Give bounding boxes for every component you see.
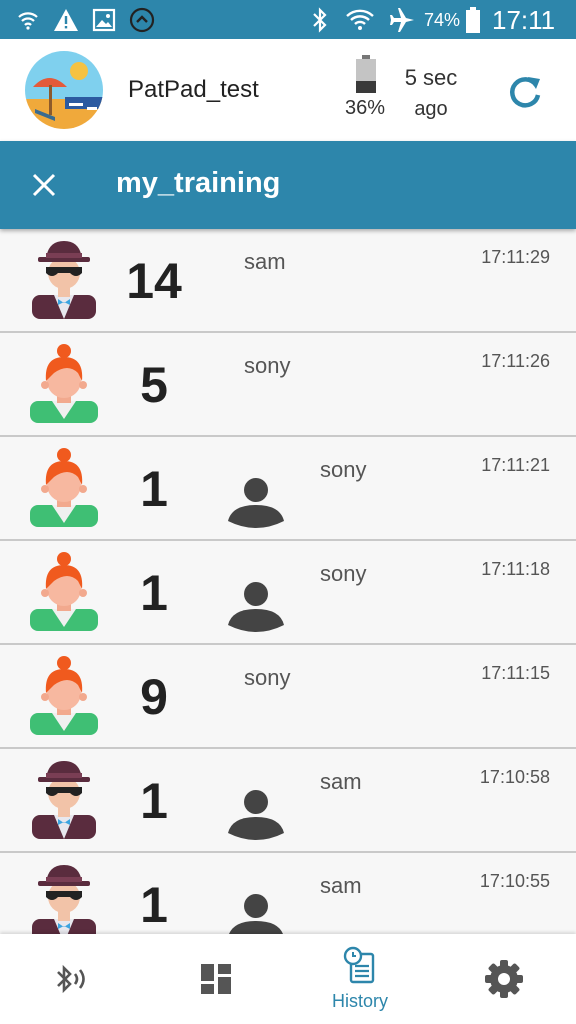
battery-icon: [464, 6, 482, 34]
user-name: sony: [320, 561, 367, 586]
nav-bluetooth[interactable]: [0, 934, 144, 1024]
wifi-calling-icon: [14, 6, 42, 34]
timestamp: 17:10:55: [479, 871, 550, 891]
timestamp: 17:11:18: [481, 559, 550, 579]
beach-avatar-icon[interactable]: [25, 51, 103, 129]
timestamp: 17:11:29: [481, 247, 550, 267]
refresh-icon[interactable]: [506, 73, 544, 111]
pat-count: 1: [140, 565, 168, 621]
page-title: my_training: [116, 167, 281, 199]
user-name: sony: [244, 665, 291, 690]
history-row[interactable]: 1 sony 17:11:21: [0, 437, 576, 541]
status-clock: 17:11: [492, 5, 556, 35]
last-sync-time: 5 sec: [404, 65, 458, 90]
user-name: sam: [320, 873, 362, 898]
user-name: sony: [320, 457, 367, 482]
history-icon: [343, 946, 375, 984]
person-icon: [226, 893, 286, 934]
close-icon[interactable]: [30, 171, 58, 199]
user-name: sam: [320, 769, 362, 794]
timestamp: 17:11:21: [481, 455, 550, 475]
spy-avatar-icon: [24, 759, 104, 839]
pat-count: 5: [140, 357, 168, 413]
pat-count: 1: [140, 461, 168, 517]
pat-count: 9: [140, 669, 168, 725]
history-row[interactable]: 1 sam 17:10:58: [0, 749, 576, 853]
history-row[interactable]: 5 sony 17:11:26: [0, 333, 576, 437]
nav-settings[interactable]: [432, 934, 576, 1024]
spy-avatar-icon: [24, 863, 104, 934]
nav-dashboard[interactable]: [144, 934, 288, 1024]
user-name: sam: [244, 249, 286, 274]
device-battery-level: 36%: [345, 97, 386, 119]
woman-avatar-icon: [24, 447, 104, 527]
device-battery-icon: [356, 55, 376, 93]
nav-history[interactable]: History: [288, 934, 432, 1024]
dashboard-icon: [201, 964, 231, 994]
spy-avatar-icon: [24, 239, 104, 319]
pat-count: 1: [140, 773, 168, 829]
woman-avatar-icon: [24, 551, 104, 631]
woman-avatar-icon: [24, 343, 104, 423]
history-row[interactable]: 1 sam 17:10:55: [0, 853, 576, 934]
device-name: PatPad_test: [128, 76, 259, 103]
person-icon: [226, 789, 286, 843]
history-row[interactable]: 9 sony 17:11:15: [0, 645, 576, 749]
last-sync-ago: ago: [414, 98, 448, 120]
bluetooth-signal-icon: [57, 964, 85, 994]
warning-icon: [52, 6, 80, 34]
timestamp: 17:11:15: [481, 663, 550, 683]
wifi-icon: [344, 6, 376, 34]
pat-count: 14: [126, 253, 182, 309]
upload-icon: [128, 6, 156, 34]
nav-history-label: History: [331, 991, 388, 1011]
settings-icon: [485, 960, 523, 998]
device-header: PatPad_test 36% 5 sec ago: [0, 39, 576, 141]
person-icon: [226, 581, 286, 635]
airplane-icon: [386, 6, 418, 34]
bluetooth-icon: [306, 6, 334, 34]
status-battery-percent: 74%: [424, 10, 461, 30]
bottom-nav: History: [0, 934, 576, 1024]
history-row[interactable]: 1 sony 17:11:18: [0, 541, 576, 645]
status-bar: 74% 17:11: [0, 0, 576, 39]
pat-count: 1: [140, 877, 168, 933]
timestamp: 17:11:26: [481, 351, 550, 371]
user-name: sony: [244, 353, 291, 378]
image-icon: [90, 6, 118, 34]
woman-avatar-icon: [24, 655, 104, 735]
history-list: 14 sam 17:11:29 5 sony 17:11:26 1 sony 17:11:…: [0, 229, 576, 934]
title-bar: my_training: [0, 141, 576, 229]
person-icon: [226, 477, 286, 531]
timestamp: 17:10:58: [479, 767, 550, 787]
history-row[interactable]: 14 sam 17:11:29: [0, 229, 576, 333]
